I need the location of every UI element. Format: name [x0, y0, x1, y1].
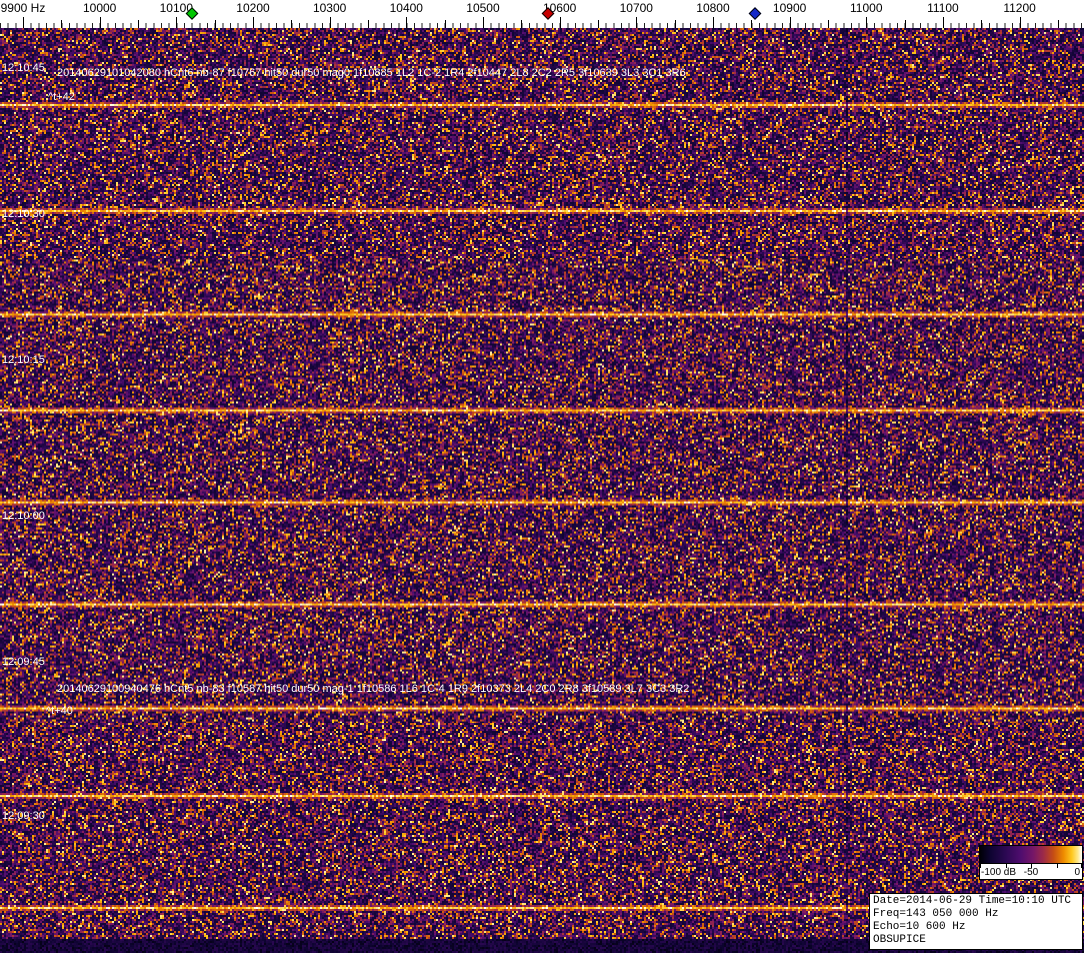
ruler-tick-medium [828, 20, 829, 28]
freq-tick-label: 11200 [1003, 1, 1035, 15]
ruler-tick-medium [981, 20, 982, 28]
station-info-box: Date=2014-06-29 Time=10:10 UTC Freq=143 … [869, 893, 1083, 950]
marker-diamond-blue[interactable] [749, 7, 762, 20]
colorbar-tick [1006, 864, 1007, 868]
freq-tick-label: 9900 Hz [1, 1, 46, 15]
colorbar-tick [1081, 864, 1082, 868]
ruler-tick-major [943, 17, 944, 28]
colorbar-tick [980, 864, 981, 868]
freq-tick-label: 11000 [850, 1, 882, 15]
colorbar-gradient [979, 845, 1083, 864]
ruler-tick-major [483, 17, 484, 28]
info-date-time: Date=2014-06-29 Time=10:10 UTC [873, 895, 1079, 908]
ruler-tick-major [406, 17, 407, 28]
info-frequency: Freq=143 050 000 Hz [873, 908, 1079, 921]
colorbar-tick [1031, 864, 1032, 868]
ruler-tick-medium [905, 20, 906, 28]
ruler-tick-medium [138, 20, 139, 28]
ruler-tick-major [560, 17, 561, 28]
ruler-tick-major [790, 17, 791, 28]
ruler-tick-major [330, 17, 331, 28]
ruler-tick-medium [598, 20, 599, 28]
colorbar-label-max: 0 [1074, 867, 1080, 878]
colorbar-label-mid: -50 [1024, 867, 1038, 878]
ruler-tick-major [176, 17, 177, 28]
ruler-tick-medium [368, 20, 369, 28]
frequency-ruler: 9900 Hz 10000 10100 10200 10300 10400 10500 106… [0, 0, 1084, 28]
ruler-tick-major [866, 17, 867, 28]
freq-tick-label: 10300 [313, 1, 346, 15]
ruler-tick-medium [61, 20, 62, 28]
ruler-tick-medium [675, 20, 676, 28]
spectrogram-canvas [0, 28, 1084, 953]
meteor-spectrogram-app: 9900 Hz 10000 10100 10200 10300 10400 10500 106… [0, 0, 1084, 953]
colorbar-tick [1057, 864, 1058, 868]
ruler-tick-major [636, 17, 637, 28]
colorbar-label-min: -100 dB [981, 867, 1016, 878]
ruler-tick-medium [291, 20, 292, 28]
freq-tick-label: 10700 [620, 1, 653, 15]
ruler-tick-major [23, 17, 24, 28]
ruler-tick-medium [521, 20, 522, 28]
freq-tick-label: 10400 [390, 1, 423, 15]
info-station-name: OBSUPICE [873, 934, 1079, 947]
ruler-tick-major [100, 17, 101, 28]
colorbar: -100 dB -50 0 [979, 845, 1083, 880]
freq-tick-label: 10900 [773, 1, 806, 15]
ruler-tick-medium [445, 20, 446, 28]
freq-tick-label: 10800 [696, 1, 729, 15]
freq-tick-label: 10500 [466, 1, 499, 15]
colorbar-scale: -100 dB -50 0 [979, 864, 1083, 880]
ruler-tick-major [713, 17, 714, 28]
ruler-tick-medium [751, 20, 752, 28]
ruler-tick-medium [1058, 20, 1059, 28]
ruler-tick-medium [215, 20, 216, 28]
freq-tick-label: 11100 [927, 1, 959, 15]
freq-tick-label: 10000 [83, 1, 116, 15]
ruler-tick-major [1020, 17, 1021, 28]
ruler-tick-major [253, 17, 254, 28]
info-echo-offset: Echo=10 600 Hz [873, 921, 1079, 934]
freq-tick-label: 10200 [236, 1, 269, 15]
